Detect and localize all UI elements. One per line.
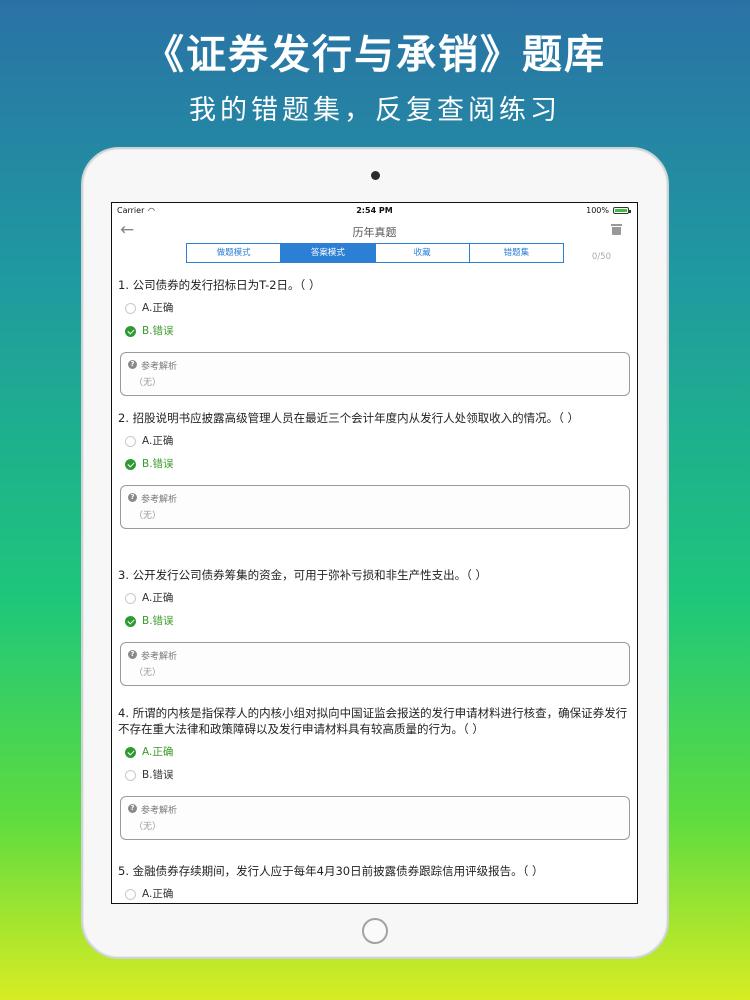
tab-wrong-answers[interactable]: 错题集 <box>470 244 563 262</box>
battery-percent: 100% <box>586 206 609 215</box>
option-b[interactable]: B.错误 <box>118 453 631 476</box>
option-a[interactable]: A.正确 <box>118 883 631 903</box>
question-progress: 0/50 <box>591 252 611 262</box>
analysis-box: ? 参考解析 （无） <box>120 352 630 396</box>
question-icon: ? <box>128 804 137 813</box>
promo-headline: 《证券发行与承销》题库 <box>144 32 606 78</box>
question-icon: ? <box>128 650 137 659</box>
option-a[interactable]: A.正确 <box>118 297 631 320</box>
question-text: 4. 所谓的内核是指保荐人的内核小组对拟向中国证监会报送的发行申请材料进行核查，… <box>118 706 628 736</box>
question-item: 2. 招股说明书应披露高级管理人员在最近三个会计年度内从发行人处领取收入的情况。… <box>112 402 637 559</box>
tab-practice-mode[interactable]: 做题模式 <box>187 244 282 262</box>
nav-bar: ← 历年真题 <box>112 220 637 242</box>
analysis-text: （无） <box>134 511 162 521</box>
option-b[interactable]: B.错误 <box>118 320 631 343</box>
question-item: 5. 金融债券存续期间，发行人应于每年4月30日前披露债券跟踪信用评级报告。（ … <box>112 855 637 903</box>
radio-icon <box>125 770 136 781</box>
question-text: 2. 招股说明书应披露高级管理人员在最近三个会计年度内从发行人处领取收入的情况。… <box>118 411 580 425</box>
tab-answer-mode[interactable]: 答案模式 <box>281 244 376 262</box>
radio-icon <box>125 459 136 470</box>
radio-icon <box>125 303 136 314</box>
option-label: A.正确 <box>142 592 174 604</box>
option-b[interactable]: B.错误 <box>118 610 631 633</box>
battery-icon <box>613 207 631 214</box>
option-label: A.正确 <box>142 435 174 447</box>
radio-icon <box>125 436 136 447</box>
analysis-text: （无） <box>134 668 162 678</box>
option-label: A.正确 <box>142 302 174 314</box>
question-icon: ? <box>128 360 137 369</box>
question-list: 1. 公司债券的发行招标日为T-2日。（ ） A.正确 B.错误 ? 参考解析 … <box>112 269 637 903</box>
status-time: 2:54 PM <box>356 206 393 215</box>
analysis-label: 参考解析 <box>141 362 178 372</box>
option-a[interactable]: A.正确 <box>118 430 631 453</box>
option-label: A.正确 <box>142 888 174 900</box>
question-text: 3. 公开发行公司债券筹集的资金，可用于弥补亏损和非生产性支出。（ ） <box>118 568 488 582</box>
option-a[interactable]: A.正确 <box>118 741 631 764</box>
mode-segmented-control: 做题模式 答案模式 收藏 错题集 <box>186 243 564 263</box>
question-item: 3. 公开发行公司债券筹集的资金，可用于弥补亏损和非生产性支出。（ ） A.正确… <box>112 559 637 697</box>
question-text: 1. 公司债券的发行招标日为T-2日。（ ） <box>118 278 321 292</box>
radio-icon <box>125 326 136 337</box>
radio-icon <box>125 616 136 627</box>
option-label: B.错误 <box>142 458 174 470</box>
trash-icon[interactable] <box>611 224 622 235</box>
radio-icon <box>125 593 136 604</box>
option-b[interactable]: B.错误 <box>118 764 631 787</box>
radio-icon <box>125 747 136 758</box>
question-item: 4. 所谓的内核是指保荐人的内核小组对拟向中国证监会报送的发行申请材料进行核查，… <box>112 697 637 855</box>
option-label: B.错误 <box>142 325 174 337</box>
home-button[interactable] <box>362 918 388 944</box>
option-a[interactable]: A.正确 <box>118 587 631 610</box>
analysis-box: ? 参考解析 （无） <box>120 642 630 686</box>
page-title: 历年真题 <box>352 226 397 239</box>
analysis-label: 参考解析 <box>141 495 178 505</box>
question-item: 1. 公司债券的发行招标日为T-2日。（ ） A.正确 B.错误 ? 参考解析 … <box>112 269 637 402</box>
app-screen: Carrier ◠ 2:54 PM 100% ← 历年真题 做题模式 答案模式 … <box>111 202 638 904</box>
tab-favorites[interactable]: 收藏 <box>376 244 470 262</box>
question-text: 5. 金融债券存续期间，发行人应于每年4月30日前披露债券跟踪信用评级报告。（ … <box>118 864 544 878</box>
status-bar: Carrier ◠ 2:54 PM 100% <box>112 203 637 219</box>
analysis-text: （无） <box>134 378 162 388</box>
promo-subline: 我的错题集，反复查阅练习 <box>189 95 561 126</box>
option-label: A.正确 <box>142 746 174 758</box>
question-icon: ? <box>128 493 137 502</box>
analysis-box: ? 参考解析 （无） <box>120 485 630 529</box>
analysis-label: 参考解析 <box>141 652 178 662</box>
analysis-text: （无） <box>134 822 162 832</box>
radio-icon <box>125 889 136 900</box>
analysis-box: ? 参考解析 （无） <box>120 796 630 840</box>
option-label: B.错误 <box>142 615 174 627</box>
option-label: B.错误 <box>142 769 174 781</box>
analysis-label: 参考解析 <box>141 806 178 816</box>
camera-icon <box>371 171 380 180</box>
